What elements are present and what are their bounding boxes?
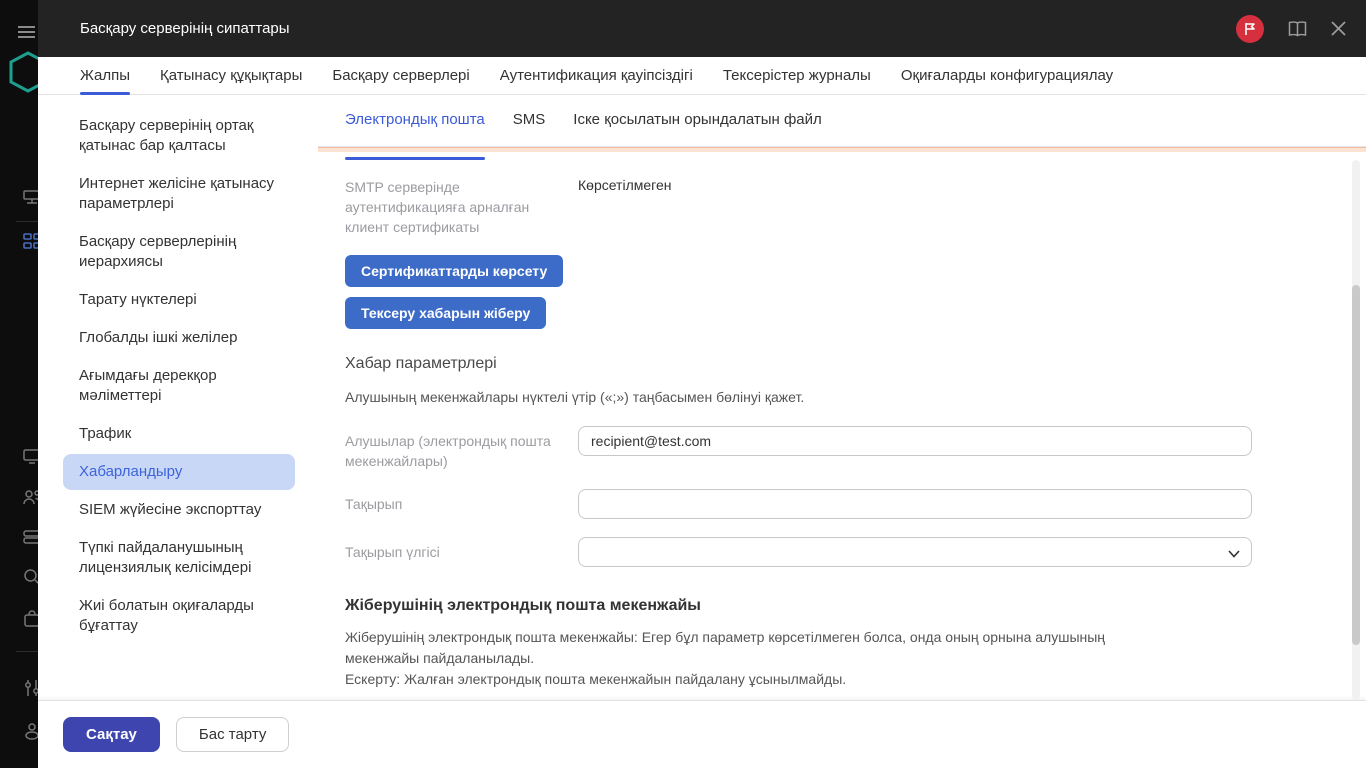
users-icon[interactable] — [22, 487, 38, 507]
sender-heading: Жіберушінің электрондық пошта мекенжайы — [345, 597, 701, 614]
email-settings-form: SMTP серверінде аутентификацияға арналға… — [318, 152, 1366, 700]
tab-general[interactable]: Жалпы — [80, 57, 131, 95]
nav-item-global-subnets[interactable]: Глобалды ішкі желілер — [63, 320, 295, 356]
subject-input[interactable] — [578, 489, 1252, 519]
subject-template-label: Тақырып үлгісі — [345, 544, 440, 560]
nav-item-notification[interactable]: Хабарландыру — [63, 454, 295, 490]
rail-divider — [16, 651, 38, 652]
flag-badge-icon[interactable] — [1236, 14, 1264, 43]
recipients-hint: Алушының мекенжайлары нүктелі үтір («;»)… — [345, 389, 805, 405]
account-icon[interactable] — [22, 721, 38, 741]
devices-grid-icon[interactable] — [22, 231, 38, 251]
tab-audit-log[interactable]: Тексерістер журналы — [723, 57, 871, 94]
subject-template-select[interactable] — [578, 537, 1252, 567]
settings-sliders-icon[interactable] — [22, 678, 38, 698]
main-tabbar: Жалпы Қатынасу құқықтары Басқару серверл… — [38, 57, 1366, 95]
nav-item-shared-folder[interactable]: Басқару серверінің ортақ қатынас бар қал… — [63, 108, 295, 164]
computer-icon[interactable] — [22, 446, 38, 466]
show-certificates-button[interactable]: Сертификаттарды көрсету — [345, 255, 564, 287]
recipients-input[interactable] — [578, 426, 1252, 456]
close-icon[interactable] — [1331, 21, 1346, 36]
subject-label: Тақырып — [345, 496, 403, 512]
send-test-message-button[interactable]: Тексеру хабарын жіберу — [345, 297, 547, 329]
notification-subtabs: Электрондық пошта SMS Іске қосылатын оры… — [318, 95, 1366, 160]
repositories-icon[interactable] — [22, 527, 38, 547]
nav-item-siem-export[interactable]: SIEM жүйесіне экспорттау — [63, 492, 295, 528]
scrollbar-thumb[interactable] — [1352, 285, 1360, 645]
subject-template-value[interactable] — [578, 537, 1252, 567]
tab-event-configuration[interactable]: Оқиғаларды конфигурациялау — [901, 57, 1113, 94]
nav-item-eula[interactable]: Түпкі пайдаланушының лицензиялық келісім… — [63, 530, 295, 586]
footer-actions: Сақтау Бас тарту — [38, 700, 1366, 768]
subtab-email[interactable]: Электрондық пошта — [345, 111, 485, 160]
monitoring-icon[interactable] — [22, 186, 38, 206]
sender-hint-line1: Жіберушінің электрондық пошта мекенжайы:… — [345, 629, 1106, 666]
nav-item-distribution-points[interactable]: Тарату нүктелері — [63, 282, 295, 318]
sender-hint-line2: Ескерту: Жалған электрондық пошта мекенж… — [345, 671, 847, 687]
nav-item-frequent-events[interactable]: Жиі болатын оқиғаларды бұғаттау — [63, 588, 295, 644]
subtab-executable-file[interactable]: Іске қосылатын орындалатын файл — [573, 111, 822, 146]
nav-item-current-database[interactable]: Ағымдағы дерекқор мәліметтері — [63, 358, 295, 414]
subtab-sms[interactable]: SMS — [513, 111, 546, 146]
cancel-button[interactable]: Бас тарту — [175, 717, 290, 752]
help-book-icon[interactable] — [1288, 20, 1307, 37]
tab-authentication-security[interactable]: Аутентификация қауіпсіздігі — [500, 57, 693, 94]
nav-item-internet-access[interactable]: Интернет желісіне қатынасу параметрлері — [63, 166, 295, 222]
hamburger-menu-icon[interactable] — [18, 25, 35, 39]
notification-content: Электрондық пошта SMS Іске қосылатын оры… — [318, 95, 1366, 700]
app-logo-icon — [6, 50, 38, 94]
recipients-label: Алушылар (электрондық пошта мекенжайлары… — [345, 433, 551, 469]
search-icon[interactable] — [22, 567, 38, 587]
message-params-heading: Хабар параметрлері — [345, 355, 497, 372]
smtp-cert-value: Көрсетілмеген — [578, 177, 672, 193]
tab-access-rights[interactable]: Қатынасу құқықтары — [160, 57, 302, 94]
panel-header: Басқару серверінің сипаттары — [38, 0, 1366, 57]
nav-item-server-hierarchy[interactable]: Басқару серверлерінің иерархиясы — [63, 224, 295, 280]
server-properties-panel: Басқару серверінің сипаттары Жалпы Қатын… — [38, 0, 1366, 768]
settings-nav: Басқару серверінің ортақ қатынас бар қал… — [38, 95, 318, 700]
tab-administration-servers[interactable]: Басқару серверлері — [332, 57, 469, 94]
page-title: Басқару серверінің сипаттары — [80, 20, 290, 37]
nav-item-traffic[interactable]: Трафик — [63, 416, 295, 452]
marketplace-bag-icon[interactable] — [22, 609, 38, 629]
save-button[interactable]: Сақтау — [63, 717, 160, 752]
app-rail — [0, 0, 38, 768]
rail-divider — [16, 221, 38, 222]
smtp-cert-label: SMTP серверінде аутентификацияға арналға… — [345, 179, 530, 235]
vertical-scrollbar[interactable] — [1352, 160, 1360, 700]
